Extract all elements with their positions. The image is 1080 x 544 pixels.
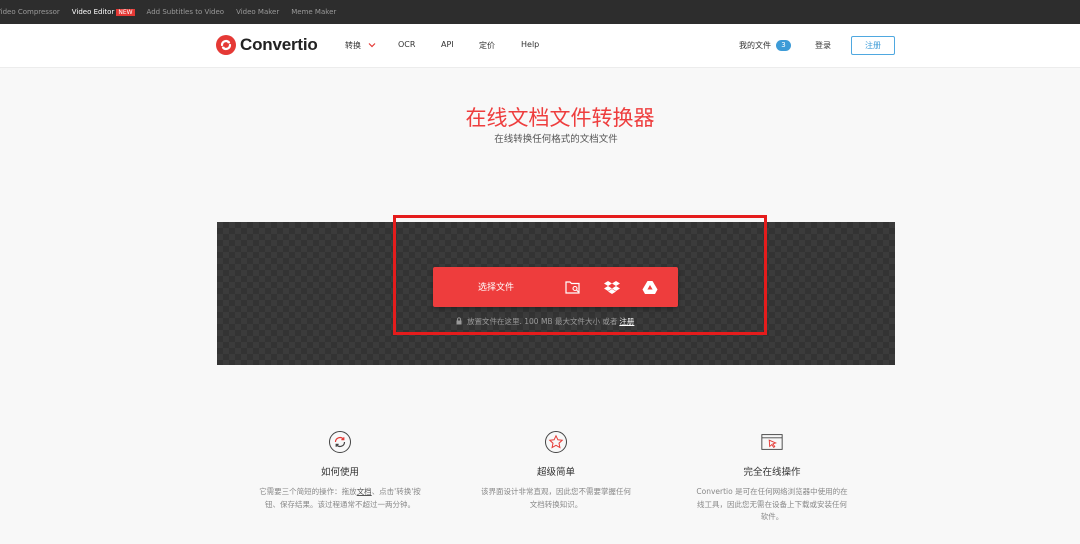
site-header: Convertio 转换 OCR API 定价 Help 我的文件 3 登录 注… [0,24,1080,68]
promo-link-add-subtitles[interactable]: Add Subtitles to Video [147,8,225,16]
convertio-logo-icon [216,35,236,55]
nav-help[interactable]: Help [521,40,539,49]
logo-text: Convertio [240,35,318,54]
feature-desc: 它需要三个简短的操作：拖放文档、点击'转换'按钮、保存结果。该过程通常不超过一两… [250,486,430,511]
feature-title: 如何使用 [320,467,359,478]
page-title: 在线文档文件转换器 [465,106,655,130]
my-files-label: 我的文件 [739,41,771,50]
feature-super-simple: 超级简单 该界面设计非常直观，因此您不需要掌握任何文档转换知识。 [466,430,646,511]
feature-how-to-use: 如何使用 它需要三个简短的操作：拖放文档、点击'转换'按钮、保存结果。该过程通常… [250,430,430,511]
promo-link-video-maker[interactable]: Video Maker [236,8,279,16]
file-count-badge: 3 [776,40,791,51]
nav-convert[interactable]: 转换 [345,40,376,51]
promo-link-video-editor[interactable]: Video Editor NEW [72,8,135,16]
signup-button[interactable]: 注册 [851,36,895,55]
star-icon [544,430,568,454]
feature-desc-part: 它需要三个简短的操作：拖放 [259,487,357,496]
highlight-annotation-box [393,215,767,335]
promo-link-video-editor-label: Video Editor [71,8,115,16]
feature-desc-link[interactable]: 文档 [357,487,372,496]
nav-convert-label: 转换 [345,41,361,50]
nav-api[interactable]: API [441,40,454,49]
feature-desc: Convertio 是可在任何网络浏览器中使用的在线工具，因此您无需在设备上下载… [696,487,848,521]
my-files-link[interactable]: 我的文件 3 [739,40,791,51]
feature-desc: 该界面设计非常直观，因此您不需要掌握任何文档转换知识。 [481,487,631,509]
browser-cursor-icon [760,430,784,454]
chevron-down-icon [365,41,376,50]
promo-link-video-compressor[interactable]: Video Compressor [0,8,60,16]
nav-ocr[interactable]: OCR [398,40,415,49]
promo-strip: Video Compressor Video Editor NEW Add Sub… [0,0,1080,24]
page-subtitle: 在线转换任何格式的文档文件 [494,134,618,145]
new-badge: NEW [116,9,135,16]
feature-title: 完全在线操作 [743,467,801,478]
nav-pricing[interactable]: 定价 [479,40,495,51]
login-link[interactable]: 登录 [815,40,831,51]
promo-link-meme-maker[interactable]: Meme Maker [291,8,336,16]
feature-title: 超级简单 [536,467,575,478]
refresh-icon [328,430,352,454]
logo[interactable]: Convertio [216,35,318,55]
feature-fully-online: 完全在线操作 Convertio 是可在任何网络浏览器中使用的在线工具，因此您无… [682,430,862,524]
